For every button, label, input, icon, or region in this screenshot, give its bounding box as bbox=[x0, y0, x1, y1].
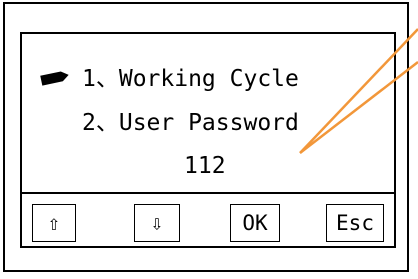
diagram-frame: 1、Working Cycle 2、User Password 112 ⇧ ⇩ … bbox=[0, 0, 418, 279]
menu-item-working-cycle[interactable]: 1、Working Cycle bbox=[82, 68, 299, 91]
esc-button[interactable]: Esc bbox=[326, 204, 384, 242]
lcd-screen: 1、Working Cycle 2、User Password 112 ⇧ ⇩ … bbox=[20, 32, 396, 248]
down-button[interactable]: ⇩ bbox=[134, 204, 180, 242]
ok-button-label: OK bbox=[242, 211, 268, 235]
ok-button[interactable]: OK bbox=[230, 204, 280, 242]
up-button[interactable]: ⇧ bbox=[32, 204, 76, 242]
esc-button-label: Esc bbox=[336, 211, 374, 235]
key-bar-divider bbox=[22, 192, 394, 194]
menu-item-user-password[interactable]: 2、User Password bbox=[82, 112, 299, 135]
password-value: 112 bbox=[184, 153, 226, 179]
selection-cursor-icon bbox=[40, 71, 69, 86]
up-arrow-icon: ⇧ bbox=[47, 211, 61, 235]
down-arrow-icon: ⇩ bbox=[150, 211, 164, 235]
